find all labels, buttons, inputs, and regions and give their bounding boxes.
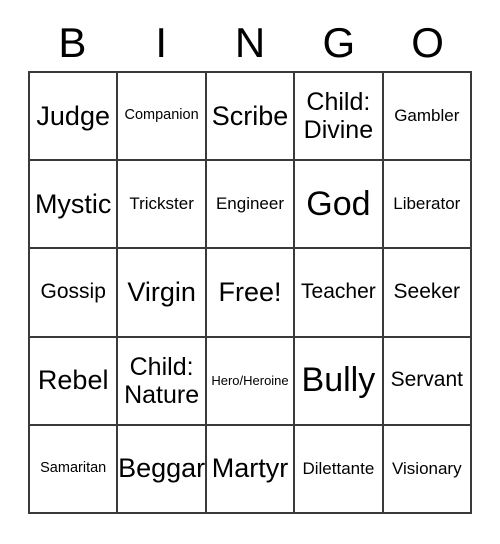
bingo-cell[interactable]: Child: Nature — [118, 337, 207, 426]
bingo-cell[interactable]: Mystic — [30, 161, 119, 250]
bingo-card: B I N G O Judge Companion Scribe Child: Div… — [0, 0, 500, 544]
bingo-cell-label: Servant — [390, 368, 463, 392]
bingo-cell[interactable]: Bully — [295, 337, 384, 426]
bingo-cell-label: Dilettante — [302, 458, 375, 478]
bingo-cell-label: Companion — [124, 107, 199, 124]
bingo-cell-label: Teacher — [301, 280, 376, 304]
bingo-cell[interactable]: Companion — [118, 73, 207, 162]
header-letter-n: N — [234, 18, 266, 66]
bingo-cell-label: Samaritan — [40, 460, 107, 477]
bingo-cell-label: Visionary — [391, 458, 462, 478]
bingo-cell[interactable]: Teacher — [295, 249, 384, 338]
bingo-cell[interactable]: Servant — [383, 337, 472, 426]
bingo-cell-free[interactable]: Free! — [206, 249, 296, 338]
bingo-cell-label: Martyr — [211, 453, 289, 484]
bingo-cell-label: Hero/Heroine — [211, 372, 289, 388]
bingo-cell[interactable]: Dilettante — [295, 425, 384, 514]
header-letter-i: I — [155, 18, 168, 66]
bingo-cell-label: Gossip — [40, 280, 106, 304]
bingo-cell[interactable]: Martyr — [206, 425, 296, 514]
bingo-cell-label: God — [306, 184, 371, 223]
bingo-cell[interactable]: Virgin — [118, 249, 207, 338]
bingo-cell[interactable]: Visionary — [383, 425, 472, 514]
bingo-cell[interactable]: Hero/Heroine — [206, 337, 296, 426]
bingo-cell-label: Liberator — [393, 194, 461, 214]
bingo-cell-label: Bully — [301, 361, 376, 400]
bingo-header: B I N G O — [28, 14, 472, 71]
bingo-cell-label: Beggar — [118, 453, 206, 484]
bingo-cell[interactable]: Gossip — [30, 249, 119, 338]
bingo-cell[interactable]: God — [295, 161, 384, 250]
bingo-cell[interactable]: Gambler — [383, 73, 472, 162]
header-letter-o: O — [411, 18, 444, 66]
bingo-cell-label: Scribe — [211, 100, 289, 131]
bingo-cell[interactable]: Judge — [30, 73, 119, 162]
bingo-cell[interactable]: Rebel — [30, 337, 119, 426]
bingo-cell-label: Seeker — [393, 280, 461, 304]
bingo-cell-label: Engineer — [215, 194, 285, 214]
bingo-cell-label: Trickster — [129, 194, 194, 214]
bingo-cell[interactable]: Samaritan — [30, 425, 119, 514]
bingo-cell-label: Child: Divine — [303, 88, 374, 145]
bingo-cell[interactable]: Engineer — [206, 161, 296, 250]
bingo-cell-label: Child: Nature — [124, 352, 200, 409]
bingo-cell[interactable]: Scribe — [206, 73, 296, 162]
header-letter-g: G — [322, 18, 356, 66]
bingo-cell-label: Gambler — [394, 105, 460, 125]
bingo-cell-label: Free! — [218, 276, 282, 307]
bingo-cell[interactable]: Trickster — [118, 161, 207, 250]
bingo-cell[interactable]: Beggar — [118, 425, 207, 514]
bingo-cell-label: Virgin — [127, 276, 196, 307]
header-letter-b: B — [58, 18, 87, 66]
bingo-cell[interactable]: Liberator — [383, 161, 472, 250]
bingo-cell[interactable]: Seeker — [383, 249, 472, 338]
bingo-grid: Judge Companion Scribe Child: Divine Gambler… — [28, 71, 472, 514]
bingo-cell-label: Rebel — [37, 365, 109, 396]
bingo-cell-label: Judge — [36, 100, 110, 131]
bingo-cell[interactable]: Child: Divine — [295, 73, 384, 162]
bingo-cell-label: Mystic — [34, 188, 112, 219]
